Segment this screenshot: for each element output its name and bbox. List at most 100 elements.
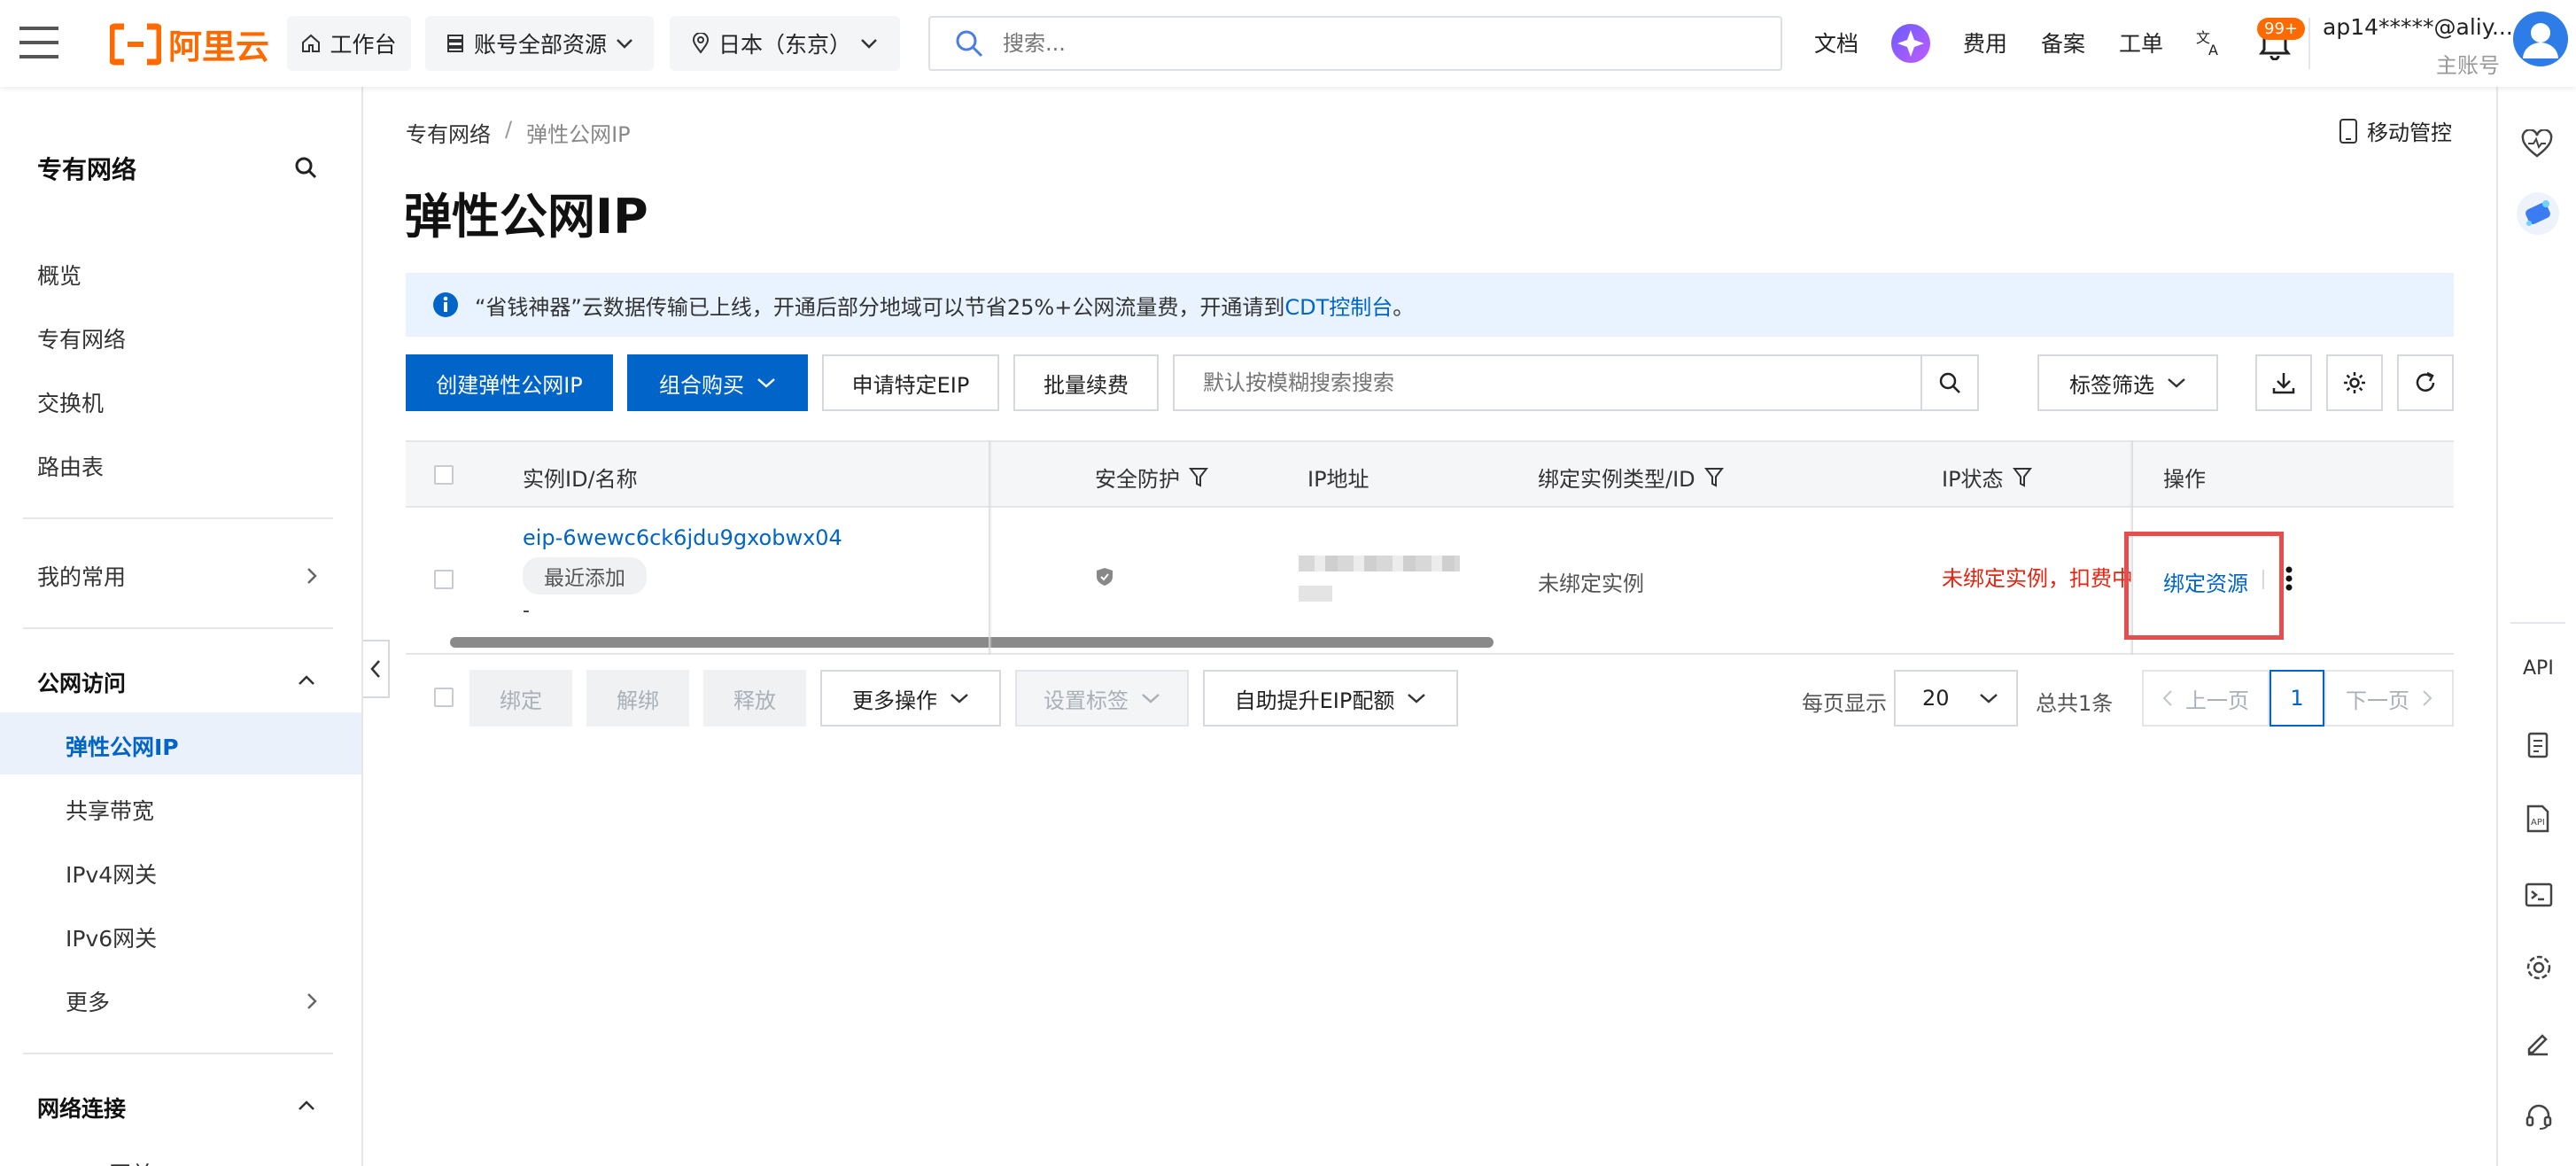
sidebar-item-vswitch[interactable]: 交换机 — [37, 386, 104, 418]
column-status-label: IP状态 — [1942, 467, 2004, 492]
frozen-left-shadow — [989, 440, 992, 655]
recently-added-tag: 最近添加 — [523, 557, 647, 595]
region-label: 日本（东京） — [718, 32, 851, 58]
search-icon — [1939, 372, 1960, 393]
page-1-button[interactable]: 1 — [2270, 670, 2324, 727]
sidebar-section-public-access[interactable]: 公网访问 — [37, 666, 126, 698]
breadcrumb-separator: / — [505, 117, 513, 142]
table-horizontal-scrollbar[interactable] — [450, 637, 1494, 648]
sidebar-item-favorites[interactable]: 我的常用 — [37, 560, 126, 592]
bind-label: 绑定 — [500, 688, 542, 713]
aliyun-logo[interactable]: 阿里云 — [110, 19, 269, 68]
document-icon[interactable] — [2526, 732, 2551, 760]
page-1-label: 1 — [2290, 686, 2304, 711]
instance-name: - — [523, 600, 530, 622]
sidebar-search-icon[interactable] — [294, 156, 317, 179]
refresh-button[interactable] — [2397, 354, 2454, 411]
mobile-control-link[interactable]: 移动管控 — [2339, 115, 2452, 146]
create-eip-button[interactable]: 创建弹性公网IP — [406, 354, 613, 411]
sidebar-item-more[interactable]: 更多 — [66, 985, 110, 1017]
mobile-phone-icon — [2339, 118, 2357, 144]
resource-group-dropdown[interactable]: 账号全部资源 — [425, 16, 654, 71]
column-bound-label: 绑定实例类型/ID — [1538, 467, 1695, 492]
search-icon — [956, 30, 983, 58]
instance-id-link[interactable]: eip-6wewc6ck6jdu9gxobwx04 — [523, 525, 842, 550]
download-button[interactable] — [2255, 354, 2312, 411]
more-vertical-icon[interactable] — [2285, 566, 2293, 591]
ai-assistant-icon[interactable] — [1890, 23, 1931, 64]
footer-select-all-checkbox[interactable] — [434, 688, 454, 707]
batch-renew-button[interactable]: 批量续费 — [1013, 354, 1159, 411]
column-instance: 实例ID/名称 — [523, 462, 638, 493]
edit-icon[interactable] — [2525, 1030, 2551, 1056]
breadcrumb-root[interactable]: 专有网络 — [406, 117, 491, 148]
set-tags-dropdown[interactable]: 设置标签 — [1015, 670, 1189, 727]
sidebar-item-ipv6-gateway[interactable]: IPv6网关 — [66, 921, 157, 953]
sidebar-item-eip[interactable]: 弹性公网IP — [66, 730, 179, 762]
combo-purchase-button[interactable]: 组合购买 — [627, 354, 808, 411]
filing-link[interactable]: 备案 — [2041, 27, 2085, 58]
chevron-down-icon — [950, 694, 968, 703]
per-page-label: 每页显示 — [1802, 691, 1887, 716]
column-ip: IP地址 — [1307, 462, 1369, 493]
sidebar-item-vpc[interactable]: 专有网络 — [37, 323, 126, 354]
tag-filter-button[interactable]: 标签筛选 — [2037, 354, 2218, 411]
global-search-input[interactable] — [1003, 31, 1729, 56]
account-name[interactable]: ap14*****@aliy... — [2323, 14, 2513, 40]
resource-group-label: 账号全部资源 — [473, 32, 607, 58]
sidebar-item-nat-gateway[interactable]: NAT网关 — [66, 1157, 153, 1166]
terminal-icon[interactable] — [2525, 882, 2553, 907]
apply-specific-eip-button[interactable]: 申请特定EIP — [822, 354, 999, 411]
gear-icon — [2344, 372, 2365, 393]
avatar[interactable] — [2512, 11, 2569, 67]
prev-page-button[interactable]: 上一页 — [2142, 670, 2270, 727]
filter-icon[interactable] — [1703, 467, 1724, 488]
sidebar-item-route-table[interactable]: 路由表 — [37, 450, 104, 482]
app-widget-icon[interactable] — [2516, 191, 2560, 236]
health-heart-icon[interactable] — [2521, 129, 2553, 159]
api-icon[interactable]: API — [2523, 657, 2554, 680]
global-search[interactable] — [928, 16, 1782, 71]
docs-link[interactable]: 文档 — [1814, 27, 1858, 58]
select-all-checkbox[interactable] — [434, 465, 454, 485]
tickets-link[interactable]: 工单 — [2119, 27, 2163, 58]
filter-icon[interactable] — [2012, 467, 2032, 488]
sidebar-item-eip-active[interactable] — [0, 712, 361, 774]
table-search-input[interactable] — [1175, 356, 1920, 409]
eip-quota-dropdown[interactable]: 自助提升EIP配额 — [1203, 670, 1458, 727]
menu-icon[interactable] — [19, 25, 58, 60]
unbind-button[interactable]: 解绑 — [586, 670, 689, 727]
cdt-console-link[interactable]: CDT控制台 — [1284, 295, 1393, 320]
sidebar-collapse-handle[interactable] — [363, 640, 390, 698]
chevron-right-icon — [307, 993, 317, 1009]
language-icon[interactable]: 文A — [2195, 27, 2225, 57]
chevron-left-icon — [370, 660, 380, 678]
sidebar-item-shared-bandwidth[interactable]: 共享带宽 — [66, 794, 154, 826]
billing-link[interactable]: 费用 — [1963, 27, 2007, 58]
api-doc-icon[interactable]: API — [2525, 805, 2551, 833]
sidebar-section-network-connection[interactable]: 网络连接 — [37, 1092, 126, 1123]
filter-icon[interactable] — [1189, 467, 1208, 488]
region-dropdown[interactable]: 日本（东京） — [670, 16, 900, 71]
chevron-down-icon — [617, 39, 632, 49]
workbench-button[interactable]: 工作台 — [287, 16, 411, 71]
sidebar-item-overview[interactable]: 概览 — [37, 259, 81, 291]
sidebar-item-ipv4-gateway[interactable]: IPv4网关 — [66, 858, 157, 890]
sidebar-divider — [23, 1053, 333, 1054]
next-page-label: 下一页 — [2346, 688, 2409, 713]
account-role: 主账号 — [2436, 53, 2500, 78]
table-search-button[interactable] — [1920, 356, 1977, 409]
headset-icon[interactable] — [2525, 1102, 2553, 1131]
bind-button[interactable]: 绑定 — [469, 670, 572, 727]
unbind-label: 解绑 — [617, 688, 659, 713]
more-operations-dropdown[interactable]: 更多操作 — [820, 670, 1001, 727]
row-checkbox[interactable] — [434, 570, 454, 589]
gear-icon[interactable] — [2525, 953, 2553, 982]
per-page-select[interactable]: 20 — [1894, 670, 2018, 727]
chevron-right-icon — [307, 568, 317, 584]
next-page-button[interactable]: 下一页 — [2324, 670, 2454, 727]
release-button[interactable]: 释放 — [703, 670, 806, 727]
settings-button[interactable] — [2326, 354, 2383, 411]
top-bar: 阿里云 工作台 账号全部资源 日本（东京） 文档 费用 备案 工单 文A 99+… — [0, 0, 2576, 87]
rail-divider — [2510, 622, 2565, 624]
